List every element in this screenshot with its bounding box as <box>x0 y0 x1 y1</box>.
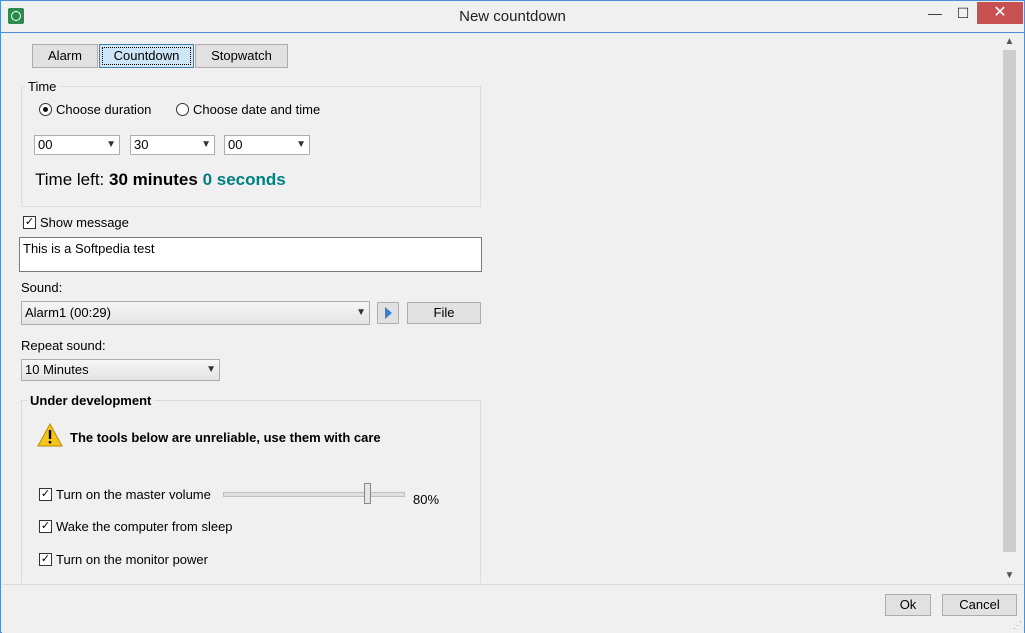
title-bar[interactable]: New countdown — ☐ ✕ <box>1 1 1024 33</box>
seconds-value: 00 <box>228 137 243 152</box>
volume-percent: 80% <box>413 492 440 507</box>
chevron-down-icon: ▼ <box>356 307 366 318</box>
choose-duration-radio[interactable] <box>39 103 52 116</box>
wake-computer-label[interactable]: Wake the computer from sleep <box>56 519 233 534</box>
minutes-select[interactable]: 30 ▼ <box>130 135 215 155</box>
choose-date-time-radio[interactable] <box>176 103 189 116</box>
volume-slider-track[interactable] <box>223 492 405 497</box>
close-button[interactable]: ✕ <box>977 2 1023 24</box>
dialog-window: New countdown — ☐ ✕ ▲ ▼ Alarm Countdown … <box>0 0 1025 633</box>
file-button[interactable]: File <box>407 302 481 324</box>
minimize-button[interactable]: — <box>921 2 949 24</box>
time-left-label: Time left: <box>35 170 105 189</box>
scrollbar-thumb[interactable] <box>1003 50 1016 552</box>
minutes-value: 30 <box>134 137 149 152</box>
monitor-power-checkbox[interactable]: ✓ <box>39 553 52 566</box>
scroll-down-arrow-icon[interactable]: ▼ <box>1001 567 1018 584</box>
wake-computer-checkbox[interactable]: ✓ <box>39 520 52 533</box>
time-left-seconds: 0 seconds <box>202 170 286 189</box>
show-message-label[interactable]: Show message <box>40 215 129 230</box>
message-textbox[interactable]: This is a Softpedia test <box>19 237 482 272</box>
repeat-sound-label: Repeat sound: <box>21 338 106 353</box>
scroll-up-arrow-icon[interactable]: ▲ <box>1001 33 1018 50</box>
time-left-minutes: 30 minutes <box>109 170 198 189</box>
hours-select[interactable]: 00 ▼ <box>34 135 120 155</box>
ok-button[interactable]: Ok <box>885 594 931 616</box>
sound-select[interactable]: Alarm1 (00:29) ▼ <box>21 301 370 325</box>
play-sound-button[interactable] <box>377 302 399 324</box>
under-development-label: Under development <box>27 393 155 408</box>
monitor-power-label[interactable]: Turn on the monitor power <box>56 552 208 567</box>
time-left-readout: Time left: 30 minutes 0 seconds <box>35 170 286 190</box>
resize-grip-icon[interactable]: ⋰ <box>1013 620 1022 631</box>
sound-label: Sound: <box>21 280 63 295</box>
choose-duration-label[interactable]: Choose duration <box>56 102 151 117</box>
chevron-down-icon: ▼ <box>296 139 306 150</box>
repeat-sound-select[interactable]: 10 Minutes ▼ <box>21 359 220 381</box>
tab-countdown[interactable]: Countdown <box>99 44 194 68</box>
show-message-checkbox[interactable]: ✓ <box>23 216 36 229</box>
tab-alarm[interactable]: Alarm <box>32 44 98 68</box>
choose-date-time-label[interactable]: Choose date and time <box>193 102 320 117</box>
volume-slider-thumb[interactable] <box>364 483 371 504</box>
vertical-scrollbar[interactable]: ▲ ▼ <box>1001 33 1018 584</box>
cancel-button[interactable]: Cancel <box>942 594 1017 616</box>
window-title: New countdown <box>459 8 566 25</box>
warning-icon <box>37 423 63 447</box>
master-volume-checkbox[interactable]: ✓ <box>39 488 52 501</box>
seconds-select[interactable]: 00 ▼ <box>224 135 310 155</box>
time-group-label: Time <box>25 79 60 94</box>
sound-value: Alarm1 (00:29) <box>25 305 111 320</box>
chevron-down-icon: ▼ <box>106 139 116 150</box>
tab-stopwatch[interactable]: Stopwatch <box>195 44 288 68</box>
warning-text: The tools below are unreliable, use them… <box>70 430 381 445</box>
repeat-sound-value: 10 Minutes <box>25 362 89 377</box>
master-volume-label[interactable]: Turn on the master volume <box>56 487 211 502</box>
maximize-button[interactable]: ☐ <box>949 2 977 24</box>
hours-value: 00 <box>38 137 53 152</box>
dialog-footer: Ok Cancel ⋰ <box>2 584 1024 633</box>
chevron-down-icon: ▼ <box>201 139 211 150</box>
chevron-down-icon: ▼ <box>206 364 216 375</box>
